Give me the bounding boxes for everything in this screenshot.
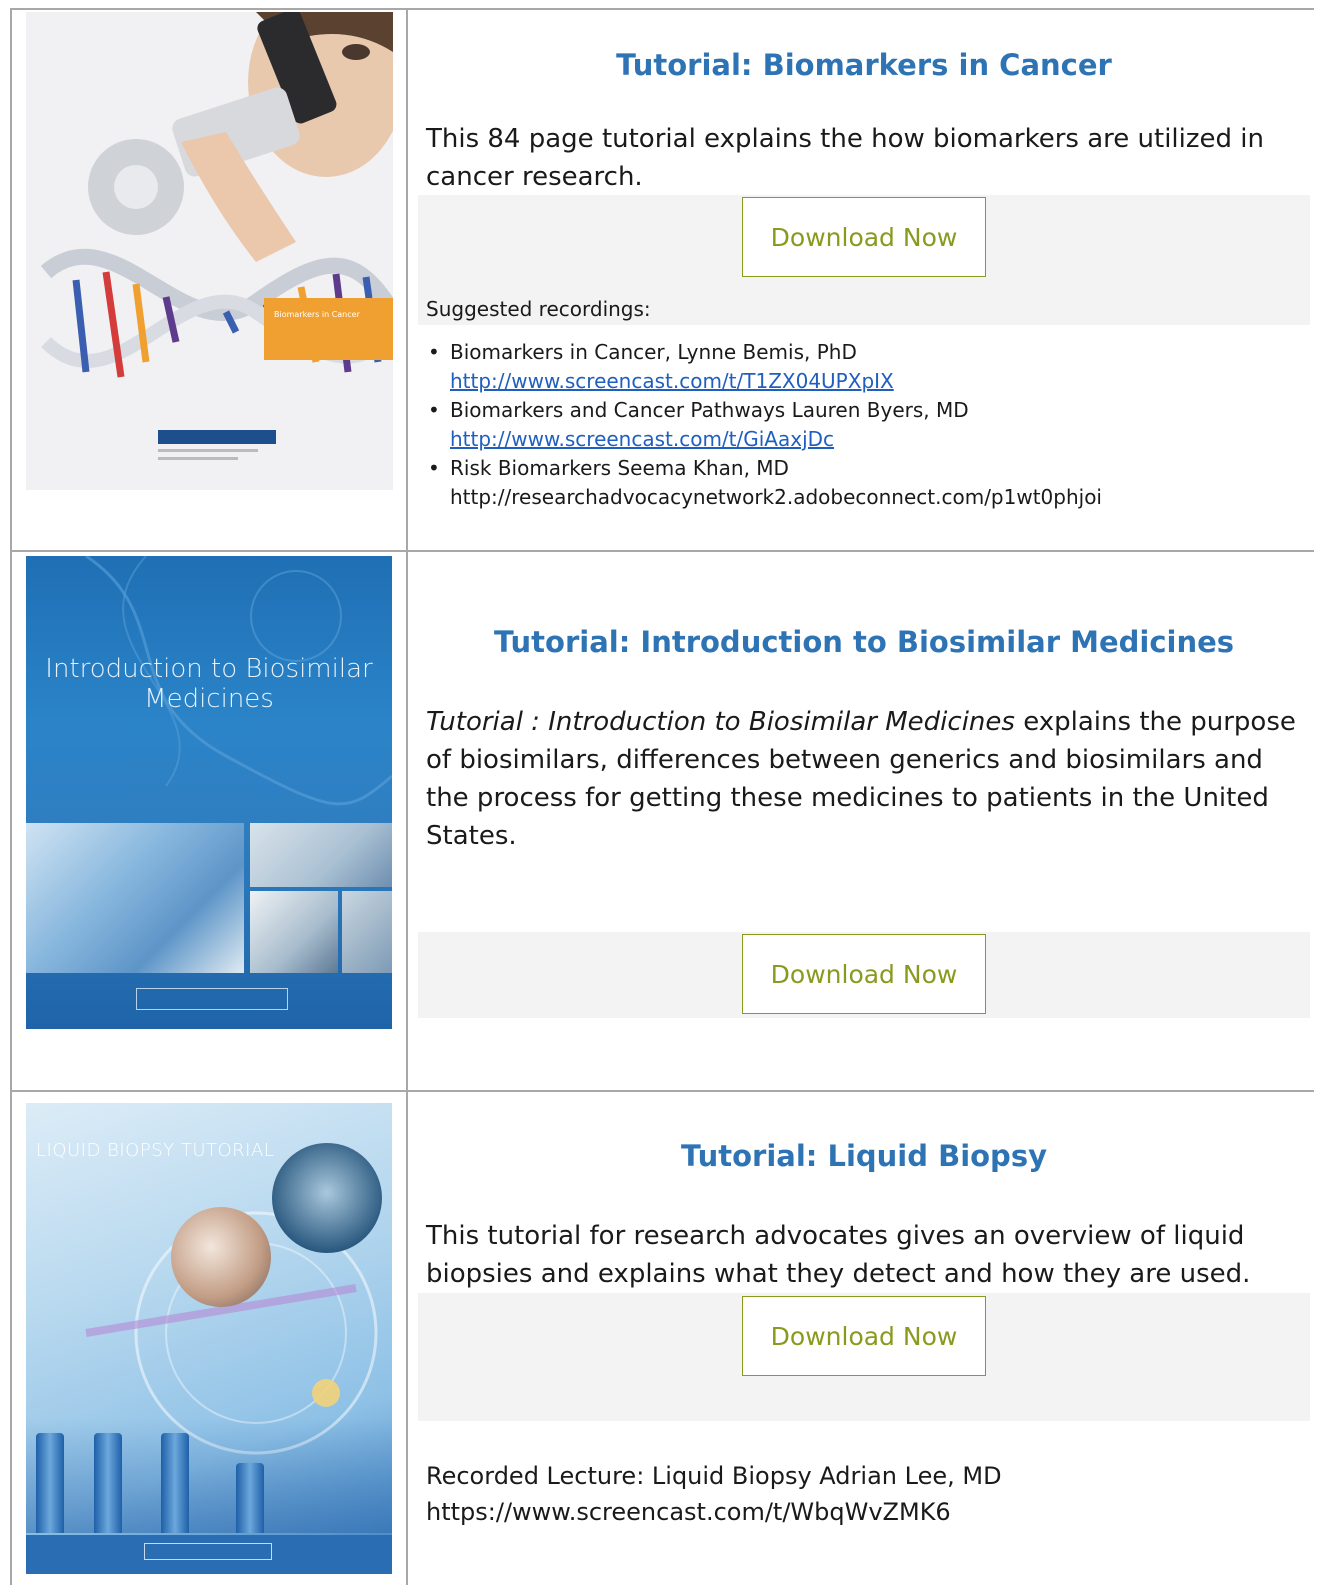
biosimilar-title: Tutorial: Introduction to Biosimilar Med… <box>493 625 1235 659</box>
tutorials-page: Biomarkers in Cancer Tutorial: Biomarker… <box>0 0 1324 1585</box>
biosimilar-cover-photos <box>26 819 392 976</box>
lab-photo-circle <box>272 1143 382 1253</box>
lecture-label: Recorded Lecture: Liquid Biopsy Adrian L… <box>426 1462 1002 1490</box>
biomarkers-download-button[interactable]: Download Now <box>742 197 986 277</box>
cover-title-text: Biomarkers in Cancer <box>274 310 360 319</box>
recording-link[interactable]: http://www.screencast.com/t/GiAaxjDc <box>450 427 834 451</box>
lecture-url: https://www.screencast.com/t/WbqWvZMK6 <box>426 1498 951 1526</box>
list-item: Biomarkers in Cancer, Lynne Bemis, PhD h… <box>426 338 1102 396</box>
biosimilar-description: Tutorial : Introduction to Biosimilar Me… <box>426 703 1306 855</box>
recording-title: Risk Biomarkers Seema Khan, MD <box>450 456 789 480</box>
liquid-biopsy-description: This tutorial for research advocates giv… <box>426 1221 1251 1289</box>
liquid-biopsy-download-button[interactable]: Download Now <box>742 1296 986 1376</box>
test-tubes-area <box>26 1418 392 1533</box>
biosimilar-description-italic: Tutorial : Introduction to Biosimilar Me… <box>426 707 1015 737</box>
biomarkers-description: This 84 page tutorial explains the how b… <box>426 124 1264 192</box>
test-tube <box>94 1433 122 1533</box>
test-tube <box>236 1463 264 1533</box>
biomarkers-cover-image: Biomarkers in Cancer <box>26 12 393 490</box>
liquid-biopsy-lecture: Recorded Lecture: Liquid Biopsy Adrian L… <box>426 1458 1306 1530</box>
liquid-biopsy-title: Tutorial: Liquid Biopsy <box>681 1139 1047 1173</box>
suggested-recordings-label: Suggested recordings: <box>426 297 651 321</box>
cover-publisher-logo <box>136 988 288 1010</box>
liquid-biopsy-cover-title: LIQUID BIOPSY TUTORIAL <box>36 1140 275 1161</box>
cover-publisher-logo <box>26 1535 392 1574</box>
table-border-top <box>10 8 1314 10</box>
recordings-list: Biomarkers in Cancer, Lynne Bemis, PhD h… <box>426 338 1102 512</box>
biosimilar-download-button[interactable]: Download Now <box>742 934 986 1014</box>
cover-title-band: Biomarkers in Cancer <box>264 298 393 360</box>
recording-link[interactable]: http://www.screencast.com/t/T1ZX04UPXpIX <box>450 369 894 393</box>
recording-url-text: http://researchadvocacynetwork2.adobecon… <box>450 485 1102 509</box>
scientist-photo-circle <box>171 1207 271 1307</box>
table-border-left <box>10 8 12 1585</box>
table-row-divider-2 <box>10 1090 1314 1092</box>
liquid-biopsy-cover-image: LIQUID BIOPSY TUTORIAL <box>26 1103 392 1574</box>
biomarkers-title: Tutorial: Biomarkers in Cancer <box>616 48 1112 82</box>
list-item: Risk Biomarkers Seema Khan, MD http://re… <box>426 454 1102 512</box>
cover-publisher-logo <box>158 430 288 478</box>
microscope-dna-illustration <box>26 12 393 490</box>
biosimilar-cover-title: Introduction to Biosimilar Medicines <box>45 654 373 714</box>
biosimilar-cover-image: Introduction to Biosimilar Medicines <box>26 556 392 1029</box>
table-row-divider-1 <box>10 550 1314 552</box>
recording-title: Biomarkers in Cancer, Lynne Bemis, PhD <box>450 340 857 364</box>
recording-title: Biomarkers and Cancer Pathways Lauren By… <box>450 398 969 422</box>
test-tube <box>36 1433 64 1533</box>
table-column-divider <box>406 8 408 1585</box>
test-tube <box>161 1433 189 1533</box>
list-item: Biomarkers and Cancer Pathways Lauren By… <box>426 396 1102 454</box>
